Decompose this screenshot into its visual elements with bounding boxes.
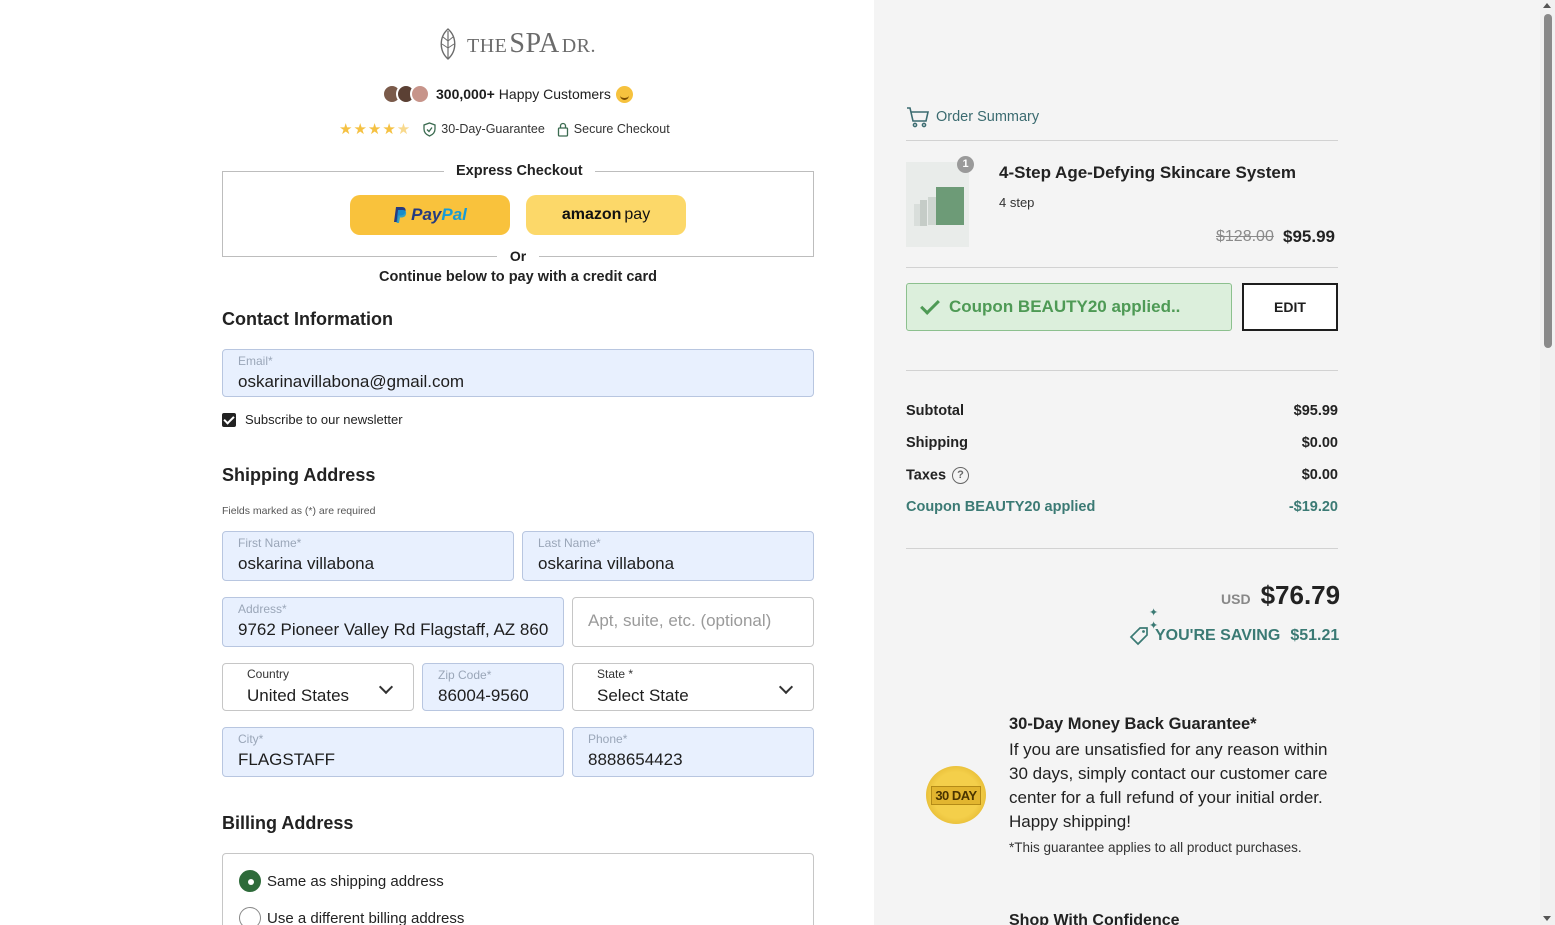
- guarantee-title: 30-Day Money Back Guarantee*: [1009, 715, 1257, 733]
- phone-field[interactable]: Phone* 8888654423: [572, 727, 814, 777]
- lock-icon: [557, 122, 568, 137]
- city-field[interactable]: City* FLAGSTAFF: [222, 727, 564, 777]
- shop-confidence-heading: Shop With Confidence: [1009, 912, 1180, 925]
- newsletter-checkbox-row[interactable]: Subscribe to our newsletter: [222, 412, 403, 427]
- or-divider: Or: [497, 248, 539, 264]
- current-price: $95.99: [1283, 227, 1335, 246]
- guarantee-note: *This guarantee applies to all product p…: [1009, 840, 1302, 855]
- scrollbar-thumb[interactable]: [1544, 14, 1552, 348]
- customers-label: Happy Customers: [498, 86, 611, 102]
- scroll-down-icon[interactable]: [1543, 916, 1551, 921]
- product-variant: 4 step: [999, 195, 1035, 210]
- product-name: 4-Step Age-Defying Skincare System: [999, 163, 1296, 182]
- paypal-button[interactable]: PayPal: [350, 195, 510, 235]
- social-proof: 300,000+ Happy Customers: [382, 83, 633, 105]
- contact-section-title: Contact Information: [222, 309, 393, 329]
- divider: [906, 267, 1338, 268]
- divider: [906, 548, 1338, 549]
- order-total: USD $76.79: [1221, 580, 1341, 610]
- first-name-field[interactable]: First Name* oskarina villabona: [222, 531, 514, 581]
- express-checkout-title: Express Checkout: [444, 163, 595, 179]
- smile-emoji-icon: [615, 85, 633, 103]
- checkout-form-panel: [0, 0, 874, 925]
- taxes-row: Taxes? $0.00: [906, 467, 1338, 484]
- leaf-icon: [440, 28, 456, 60]
- cart-icon: [907, 107, 929, 128]
- 30-day-seal-icon: 30 DAY: [926, 766, 986, 824]
- guarantee-text: If you are unsatisfied for any reason wi…: [1009, 740, 1328, 831]
- trust-badges: ★★★★★ 30-Day-Guarantee Secure Checkout: [339, 120, 682, 138]
- amazon-pay-button[interactable]: amazon pay: [526, 195, 686, 235]
- order-summary-header[interactable]: Order Summary: [906, 105, 1039, 129]
- edit-coupon-button[interactable]: EDIT: [1242, 283, 1338, 331]
- express-checkout-box: [222, 171, 814, 257]
- zip-code-field[interactable]: Zip Code* 86004-9560: [422, 663, 564, 711]
- state-select[interactable]: State * Select State: [572, 663, 814, 711]
- logo-wordmark: THE SPA DR.: [467, 28, 596, 59]
- avatar: [410, 84, 430, 104]
- rating-stars-icon: ★★★★★: [339, 121, 412, 138]
- check-icon: [920, 295, 940, 315]
- product-image: [906, 162, 969, 247]
- continue-credit-card-text: Continue below to pay with a credit card: [379, 269, 657, 285]
- help-icon[interactable]: ?: [952, 467, 970, 484]
- brand-logo[interactable]: THE SPA DR.: [437, 27, 596, 61]
- billing-section-title: Billing Address: [222, 813, 354, 833]
- paypal-icon: [394, 207, 407, 223]
- email-field[interactable]: Email* oskarinavillabona@gmail.com: [222, 349, 814, 397]
- address-field[interactable]: Address* 9762 Pioneer Valley Rd Flagstaf…: [222, 597, 564, 647]
- tag-icon: [1129, 627, 1148, 646]
- customer-avatars: [382, 84, 430, 104]
- quantity-badge: 1: [957, 156, 974, 173]
- scroll-up-icon[interactable]: [1543, 3, 1551, 8]
- subtotal-row: Subtotal $95.99: [906, 403, 1338, 419]
- last-name-field[interactable]: Last Name* oskarina villabona: [522, 531, 814, 581]
- shield-icon: [423, 121, 436, 137]
- apt-suite-field[interactable]: Apt, suite, etc. (optional): [572, 597, 814, 647]
- savings-badge: YOU'RE SAVING $51.21: [1129, 626, 1339, 646]
- divider: [906, 370, 1338, 371]
- original-price: $128.00: [1216, 228, 1274, 245]
- shipping-section-title: Shipping Address: [222, 465, 376, 485]
- country-select[interactable]: Country United States: [222, 663, 414, 711]
- billing-same-option[interactable]: Same as shipping address: [239, 870, 444, 892]
- billing-different-radio[interactable]: [239, 907, 261, 925]
- coupon-applied-box: Coupon BEAUTY20 applied..: [906, 283, 1232, 331]
- coupon-discount-row: Coupon BEAUTY20 applied -$19.20: [906, 499, 1338, 515]
- secure-badge: Secure Checkout: [557, 122, 670, 137]
- divider: [906, 140, 1338, 141]
- guarantee-badge: 30-Day-Guarantee: [423, 121, 545, 137]
- billing-different-option[interactable]: Use a different billing address: [239, 907, 464, 925]
- newsletter-checkbox[interactable]: [222, 412, 236, 427]
- required-fields-note: Fields marked as (*) are required: [222, 505, 376, 517]
- scrollbar[interactable]: [1540, 0, 1555, 925]
- shipping-row: Shipping $0.00: [906, 435, 1338, 451]
- customers-count: 300,000+: [436, 86, 495, 102]
- billing-same-radio[interactable]: [239, 870, 261, 892]
